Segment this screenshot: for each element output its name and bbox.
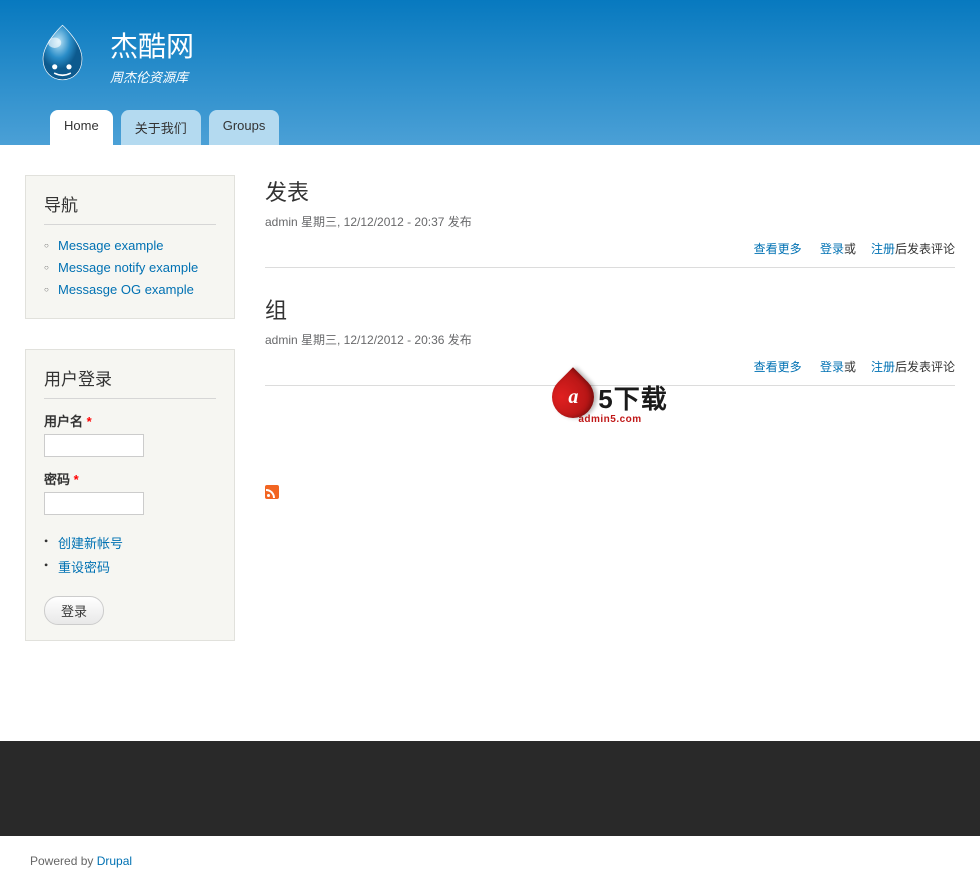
logo-icon[interactable] [30,20,95,90]
footer-credit: Powered by Drupal [0,836,980,886]
password-label: 密码 * [44,469,216,488]
login-link[interactable]: 登录 [820,360,844,374]
username-label: 用户名 * [44,411,216,430]
divider [265,267,955,268]
navigation-block: 导航 Message example Message notify exampl… [25,175,235,319]
login-title: 用户登录 [44,365,216,399]
site-slogan: 周杰伦资源库 [110,67,194,86]
nav-link-message-notify[interactable]: Message notify example [58,260,198,275]
read-more-link[interactable]: 查看更多 [754,360,802,374]
tab-about[interactable]: 关于我们 [121,110,201,145]
nav-link-message-example[interactable]: Message example [58,238,164,253]
drupal-link[interactable]: Drupal [97,854,132,868]
sidebar: 导航 Message example Message notify exampl… [25,175,235,671]
login-link[interactable]: 登录 [820,242,844,256]
read-more-link[interactable]: 查看更多 [754,242,802,256]
node-item: 组 admin 星期三, 12/12/2012 - 20:36 发布 查看更多 … [265,293,955,386]
rss-icon[interactable] [265,485,279,499]
node-title[interactable]: 发表 [265,175,955,207]
tab-groups[interactable]: Groups [209,110,280,145]
site-name[interactable]: 杰酷网 [110,25,194,65]
watermark-sub: admin5.com [265,414,955,425]
node-meta: admin 星期三, 12/12/2012 - 20:37 发布 [265,213,955,230]
node-title[interactable]: 组 [265,293,955,325]
register-link[interactable]: 注册 [871,360,895,374]
node-meta: admin 星期三, 12/12/2012 - 20:36 发布 [265,331,955,348]
nav-link-message-og[interactable]: Messasge OG example [58,282,194,297]
navigation-title: 导航 [44,191,216,225]
nav-tabs: Home 关于我们 Groups [30,110,950,145]
site-branding: 杰酷网 周杰伦资源库 [30,15,950,110]
node-links: 查看更多 登录或注册后发表评论 [265,240,955,257]
divider [265,385,955,386]
register-link[interactable]: 注册 [871,242,895,256]
node-item: 发表 admin 星期三, 12/12/2012 - 20:37 发布 查看更多… [265,175,955,268]
node-links: 查看更多 登录或注册后发表评论 [265,358,955,375]
powered-by-text: Powered by [30,854,97,868]
username-input[interactable] [44,434,144,457]
password-input[interactable] [44,492,144,515]
login-button[interactable]: 登录 [44,596,104,625]
main-content: 发表 admin 星期三, 12/12/2012 - 20:37 发布 查看更多… [265,175,955,671]
footer-dark [0,741,980,836]
login-block: 用户登录 用户名 * 密码 * 创建新帐号 重设密码 登录 [25,349,235,641]
header: 杰酷网 周杰伦资源库 Home 关于我们 Groups [0,0,980,145]
tab-home[interactable]: Home [50,110,113,145]
reset-password-link[interactable]: 重设密码 [58,560,110,575]
create-account-link[interactable]: 创建新帐号 [58,536,123,551]
